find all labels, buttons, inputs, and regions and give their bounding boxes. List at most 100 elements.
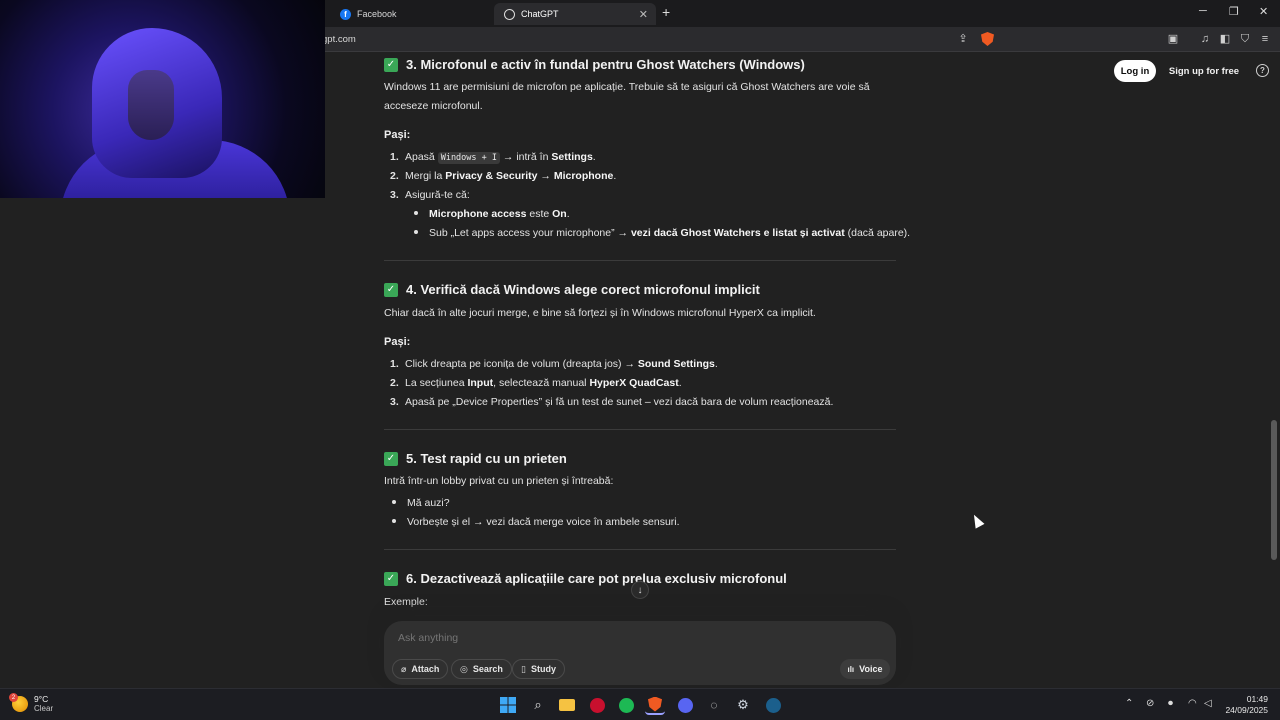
section-heading: ✓ 5. Test rapid cu un prieten [384,451,567,466]
heading-text: 4. Verifică dacă Windows alege corect mi… [406,282,760,297]
minimize-button[interactable]: ─ [1199,5,1207,17]
login-button[interactable]: Log in [1114,60,1156,82]
paperclip-icon: ⌀ [401,663,407,674]
list-number: 3. [390,396,399,408]
webcam-overlay [0,0,325,198]
text: . [678,377,682,389]
text: Apasă pe „Device Properties” și fă un te… [405,396,834,408]
volume-icon[interactable]: ◁ [1204,698,1212,709]
search-taskbar-icon[interactable]: ⌕ [528,695,548,715]
restore-button[interactable]: ❐ [1229,5,1239,18]
list-number: 1. [390,358,399,370]
section-heading: ✓ 4. Verifică dacă Windows alege corect … [384,282,760,297]
taskbar: 2 9°C Clear ⌕ ◌ ⚙ ⌃ ⊘ ⏺ ◠ ◁ 01:49 24/09/… [0,688,1280,720]
list-item: 3. Apasă pe „Device Properties” și fă un … [390,396,833,408]
share-icon[interactable]: ⇪ [957,33,969,45]
url-text[interactable]: gpt.com [322,34,356,45]
search-button[interactable]: ◎ Search [451,659,512,679]
sidebar-icon[interactable]: ◧ [1219,33,1231,45]
heading-text: 6. Dezactivează aplicațiile care pot pre… [406,571,787,586]
list-item: 2. Mergi la Privacy & Security → Micropho… [390,170,616,182]
divider [384,429,896,430]
voice-button[interactable]: ılı Voice [840,659,890,679]
paragraph: Chiar dacă în alte jocuri merge, e bine … [384,307,816,319]
list-item: 3. Asigură-te că: [390,189,470,201]
close-window-button[interactable]: ✕ [1259,5,1268,18]
webcam-face-shape [128,70,174,140]
check-icon: ✓ [384,57,398,72]
list-item: 1. Apasă Windows + I → intră în Settings. [390,151,596,164]
scroll-down-button[interactable]: ↓ [631,581,649,599]
bold-text: On [552,208,567,220]
notification-badge: 2 [9,693,18,702]
composer: ⌀ Attach ◎ Search ▯ Study ılı Voice [384,621,896,685]
tab-facebook[interactable]: f Facebook [330,3,490,25]
weather-temp: 9°C [34,694,49,704]
weather-widget[interactable]: 2 9°C Clear [9,693,53,714]
list-item: Microphone access este On. [412,208,570,220]
clock-date: 24/09/2025 [1225,705,1268,715]
bullet-icon [414,211,418,216]
tab-chatgpt[interactable]: ChatGPT ✕ [494,3,656,25]
text: Apasă [405,151,438,163]
microphone-icon[interactable]: ⏺ [1168,698,1173,709]
bold-text: Sound Settings [637,358,715,370]
brave-taskbar-icon[interactable] [645,695,665,715]
app-spiral-icon[interactable]: ◌ [704,695,724,715]
network-off-icon[interactable]: ⊘ [1146,698,1154,709]
start-button[interactable] [498,695,518,715]
tab-label: ChatGPT [521,9,559,19]
spotify-icon[interactable] [616,695,636,715]
new-tab-button[interactable]: + [662,4,670,20]
list-number: 2. [390,377,399,389]
settings-gear-icon[interactable]: ⚙ [733,695,753,715]
check-icon: ✓ [384,282,398,297]
scrollbar-thumb[interactable] [1271,420,1277,560]
section-heading: ✓ 3. Microfonul e activ în fundal pentru… [384,57,805,72]
system-clock[interactable]: 01:49 24/09/2025 [1224,694,1268,716]
bold-text: Privacy & Security [445,170,538,182]
text: Asigură-te că: [405,189,470,201]
heading-text: 5. Test rapid cu un prieten [406,451,567,466]
app-red-icon[interactable] [587,695,607,715]
bullet-icon [392,519,396,524]
chat-input[interactable] [398,632,868,644]
text: este [526,208,553,220]
signup-button[interactable]: Sign up for free [1164,60,1244,82]
paragraph: Intră într-un lobby privat cu un prieten… [384,475,614,487]
file-explorer-icon[interactable] [557,695,577,715]
bold-text: Microphone [553,170,614,182]
text: Click dreapta pe iconița de volum (dreap… [405,358,638,370]
music-icon[interactable]: ♫ [1199,33,1211,45]
arrow-down-icon: ↓ [637,584,643,596]
text: Vorbește și el → vezi dacă merge voice î… [407,516,680,528]
attach-button[interactable]: ⌀ Attach [392,659,449,679]
tray-chevron-up-icon[interactable]: ⌃ [1125,698,1133,709]
list-item: Mă auzi? [390,497,450,509]
list-item: 1. Click dreapta pe iconița de volum (dre… [390,358,718,370]
bullet-icon [414,230,418,235]
steam-icon[interactable] [763,695,783,715]
facebook-icon: f [340,8,351,20]
text: (dacă apare). [844,227,911,239]
divider [384,549,896,550]
book-icon: ▯ [521,663,526,674]
divider [384,260,896,261]
text: Sub „Let apps access your microphone” → [429,227,631,239]
text: . [714,358,718,370]
menu-icon[interactable]: ≡ [1259,33,1271,45]
study-button[interactable]: ▯ Study [512,659,565,679]
text: → [537,170,554,182]
help-icon[interactable]: ? [1256,64,1269,77]
bold-text: Microphone access [429,208,527,220]
vpn-shield-icon[interactable]: ⛉ [1239,33,1251,45]
discord-icon[interactable] [675,695,695,715]
list-item: 2. La secțiunea Input, selectează manual … [390,377,682,389]
wifi-icon[interactable]: ◠ [1188,698,1197,709]
reader-icon[interactable]: ▣ [1167,33,1179,45]
button-label: Search [472,664,503,674]
globe-icon: ◎ [460,663,468,674]
bullet-icon [392,500,396,505]
list-number: 3. [390,189,399,201]
close-tab-icon[interactable]: ✕ [639,8,648,21]
